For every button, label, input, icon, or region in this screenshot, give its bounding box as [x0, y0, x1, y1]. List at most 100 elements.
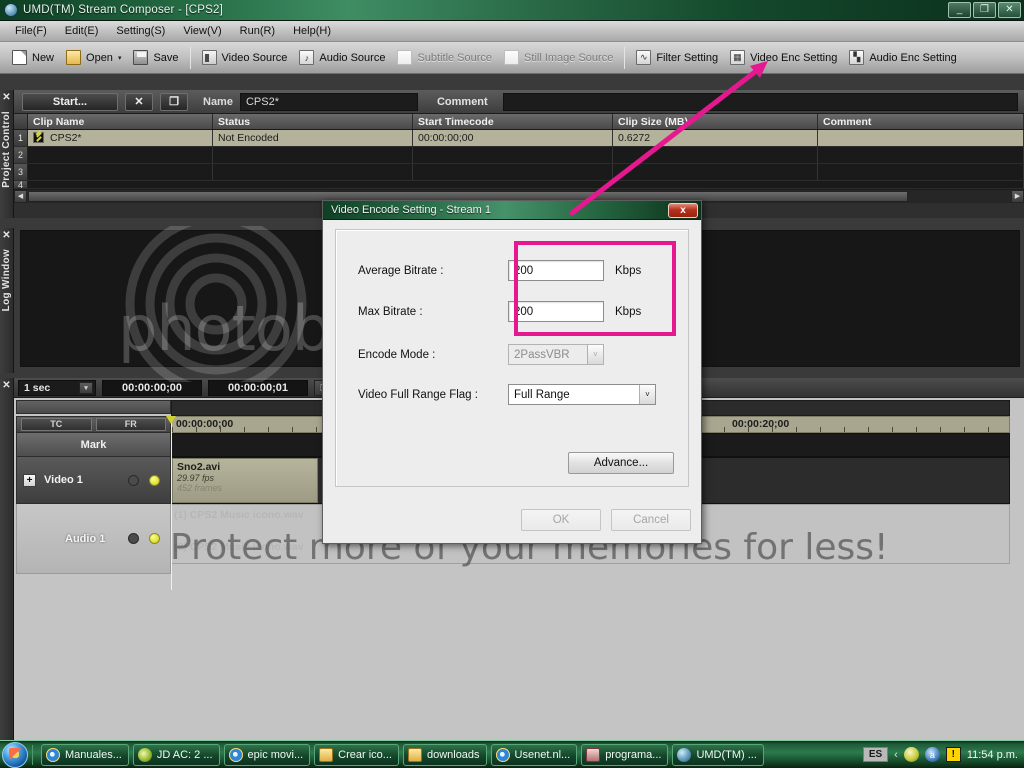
taskbar-item-programa[interactable]: programa... — [581, 743, 669, 766]
window-controls: _ ❐ ✕ — [948, 2, 1021, 18]
menu-setting[interactable]: Setting(S) — [107, 23, 174, 39]
video1-track-header[interactable]: + Video 1 — [16, 457, 171, 504]
audio-clip-2[interactable]: (2) CPS2 Music icono.wav — [174, 541, 304, 553]
average-bitrate-unit: Kbps — [615, 264, 642, 277]
chevron-left-icon[interactable]: ‹ — [894, 749, 898, 761]
taskbar-item-jd[interactable]: JD AC: 2 ... — [132, 743, 220, 766]
column-start-timecode[interactable]: Start Timecode — [413, 114, 613, 129]
toolbar-open-label: Open — [86, 51, 113, 64]
toolbar-new-label: New — [32, 51, 55, 64]
scroll-right-icon[interactable]: ▶ — [1011, 189, 1024, 203]
project-name-input[interactable]: CPS2* — [239, 92, 418, 111]
name-label: Name — [203, 95, 233, 108]
timeline-zoom-select[interactable]: 1 sec ▾ — [18, 379, 96, 396]
fr-button[interactable]: FR — [95, 418, 166, 431]
chevron-down-icon[interactable]: ▾ — [79, 381, 93, 394]
column-clip-size[interactable]: Clip Size (MB) — [613, 114, 818, 129]
chevron-down-icon[interactable]: ˅ — [639, 385, 655, 404]
average-bitrate-input[interactable]: 200 — [508, 260, 604, 281]
toolbar-new[interactable]: New — [6, 45, 60, 71]
video-full-range-flag-value: Full Range — [514, 388, 570, 401]
toolbar-save-label: Save — [153, 51, 179, 64]
toolbar-open[interactable]: Open ▾ — [60, 45, 127, 71]
taskbar-item-crear-ico[interactable]: Crear ico... — [314, 743, 399, 766]
table-row[interactable]: 4 — [14, 181, 1024, 190]
warning-icon[interactable]: ! — [945, 747, 961, 762]
toolbar-save[interactable]: Save — [127, 45, 184, 71]
toolbar-still-image-source-label: Still Image Source — [524, 51, 614, 64]
taskbar-item-label: downloads — [426, 748, 480, 761]
toolbar-audio-enc-setting[interactable]: ▚ Audio Enc Setting — [843, 45, 962, 71]
chevron-down-icon[interactable]: ▾ — [118, 54, 122, 62]
advance-button[interactable]: Advance... — [568, 452, 674, 474]
taskbar-item-manuales[interactable]: Manuales... — [41, 743, 129, 766]
toolbar-filter-setting[interactable]: ∿ Filter Setting — [630, 45, 724, 71]
enable-toggle-icon[interactable] — [149, 533, 160, 544]
toolbar-video-enc-setting[interactable]: ▦ Video Enc Setting — [724, 45, 843, 71]
table-row[interactable]: 1 CPS2* Not Encoded 00:00:00;00 0.6272 — [14, 130, 1024, 147]
cell-comment — [818, 164, 1024, 180]
toolbar-audio-source[interactable]: ♪ Audio Source — [293, 45, 391, 71]
timeline-close-icon[interactable]: ✕ — [2, 380, 10, 391]
enable-toggle-icon[interactable] — [149, 474, 160, 486]
video-clip[interactable]: Sno2.avi 29.97 fps 452 frames — [172, 458, 318, 503]
ok-button: OK — [521, 509, 601, 531]
tc-button[interactable]: TC — [21, 418, 92, 431]
column-clip-name[interactable]: Clip Name — [28, 114, 213, 129]
dialog-close-button[interactable]: x — [668, 203, 698, 218]
system-tray: ES ‹ a ! 11:54 p.m. — [862, 747, 1024, 762]
ie-icon — [495, 747, 510, 762]
audio1-track-header[interactable]: Audio 1 — [16, 504, 171, 574]
expand-icon[interactable]: + — [23, 473, 36, 487]
audio-encode-icon: ▚ — [849, 50, 865, 65]
timecode-in-field[interactable]: 00:00:00;00 — [102, 379, 202, 396]
menu-view[interactable]: View(V) — [174, 23, 230, 39]
log-window-close-icon[interactable]: ✕ — [2, 230, 10, 241]
log-window-dock-label: Log Window — [1, 249, 12, 312]
taskbar-item-umd[interactable]: UMD(TM) ... — [672, 743, 764, 766]
table-row[interactable]: 3 — [14, 164, 1024, 181]
taskbar-item-epic-movie[interactable]: epic movi... — [223, 743, 311, 766]
audio-clip-1[interactable]: (1) CPS2 Music icono.wav — [174, 509, 304, 521]
playhead[interactable] — [166, 416, 176, 590]
start-button[interactable]: Start... — [22, 92, 118, 111]
table-row[interactable]: 2 — [14, 147, 1024, 164]
menu-file[interactable]: File(F) — [6, 23, 56, 39]
dialog-group-box: Average Bitrate : 200 Kbps Max Bitrate :… — [335, 229, 689, 487]
maximize-button[interactable]: ❐ — [973, 2, 996, 18]
delete-clip-button[interactable]: ✕ — [125, 92, 153, 111]
scroll-left-icon[interactable]: ◀ — [14, 189, 27, 203]
column-status[interactable]: Status — [213, 114, 413, 129]
video-full-range-flag-select[interactable]: Full Range ˅ — [508, 384, 656, 405]
cell-clip-name — [28, 147, 213, 163]
record-toggle-icon[interactable] — [128, 533, 139, 544]
minimize-button[interactable]: _ — [948, 2, 971, 18]
timecode-out-field[interactable]: 00:00:00;01 — [208, 379, 308, 396]
antivirus-icon[interactable] — [903, 747, 919, 762]
clip-checkbox[interactable] — [33, 132, 44, 143]
comment-input[interactable] — [502, 92, 1018, 111]
menu-edit[interactable]: Edit(E) — [56, 23, 108, 39]
encode-mode-label: Encode Mode : — [358, 348, 436, 361]
adobe-icon[interactable]: a — [924, 747, 940, 762]
mark-track-header: Mark — [16, 433, 171, 457]
start-button[interactable] — [2, 741, 28, 768]
menu-help[interactable]: Help(H) — [284, 23, 340, 39]
language-indicator[interactable]: ES — [862, 747, 889, 762]
copy-clip-button[interactable]: ❐ — [160, 92, 188, 111]
toolbar-video-source[interactable]: Video Source — [196, 45, 294, 71]
cell-comment — [818, 130, 1024, 146]
system-clock[interactable]: 11:54 p.m. — [967, 749, 1018, 761]
video-encode-setting-dialog[interactable]: Video Encode Setting - Stream 1 x Averag… — [322, 200, 702, 544]
taskbar-item-downloads[interactable]: downloads — [402, 743, 487, 766]
cell-clip-size — [613, 147, 818, 163]
max-bitrate-input[interactable]: 200 — [508, 301, 604, 322]
record-toggle-icon[interactable] — [128, 474, 139, 486]
program-icon — [586, 747, 601, 762]
project-control-close-icon[interactable]: ✕ — [2, 92, 10, 103]
menu-run[interactable]: Run(R) — [231, 23, 284, 39]
playhead-handle-icon[interactable] — [166, 416, 176, 424]
column-comment[interactable]: Comment — [818, 114, 1024, 129]
taskbar-item-usenet[interactable]: Usenet.nl... — [490, 743, 578, 766]
close-button[interactable]: ✕ — [998, 2, 1021, 18]
